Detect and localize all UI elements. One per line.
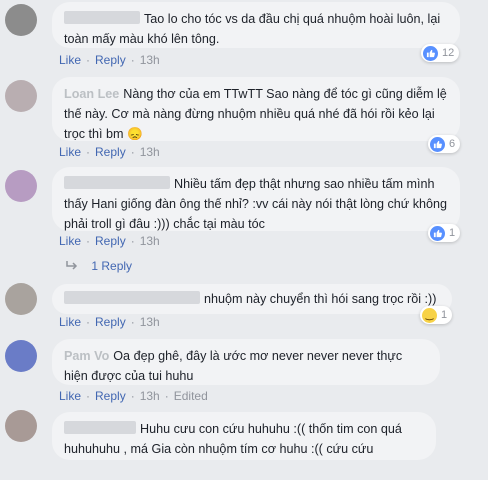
reply-link[interactable]: Reply bbox=[95, 145, 126, 159]
timestamp[interactable]: 13h bbox=[140, 145, 160, 159]
avatar[interactable] bbox=[5, 410, 37, 442]
like-reaction-icon bbox=[423, 45, 438, 61]
comment-actions: Like · Reply · 13h bbox=[59, 53, 160, 67]
comment-bubble: nhuộm này chuyển thì hói sang trọc rồi :… bbox=[52, 284, 452, 314]
separator: · bbox=[86, 234, 91, 248]
comment-actions: Like · Reply · 13h bbox=[59, 315, 160, 329]
comment-bubble: Pam Vo Oa đẹp ghê, đây là ước mơ never ne… bbox=[52, 339, 440, 385]
replies-count-label: 1 Reply bbox=[91, 259, 133, 273]
avatar[interactable] bbox=[5, 170, 37, 202]
reply-link[interactable]: Reply bbox=[95, 234, 126, 248]
comment-actions: Like · Reply · 13h · Edited bbox=[59, 389, 208, 403]
separator: · bbox=[130, 234, 135, 248]
author-name-redacted[interactable] bbox=[64, 421, 136, 434]
reply-link[interactable]: Reply bbox=[95, 389, 126, 403]
reaction-number: 1 bbox=[449, 227, 456, 239]
view-replies-link[interactable]: 1 Reply bbox=[66, 259, 132, 273]
timestamp[interactable]: 13h bbox=[140, 389, 160, 403]
separator: · bbox=[86, 53, 91, 67]
comment-bubble: Huhu cưu con cứu huhuhu :(( thốn tim con… bbox=[52, 412, 436, 460]
edited-label[interactable]: Edited bbox=[174, 389, 208, 403]
comment-text: nhuộm này chuyển thì hói sang trọc rồi :… bbox=[204, 292, 437, 306]
reply-link[interactable]: Reply bbox=[95, 315, 126, 329]
separator: · bbox=[86, 145, 91, 159]
reaction-count[interactable]: 6 bbox=[428, 135, 461, 153]
separator: · bbox=[130, 145, 135, 159]
comment-actions: Like · Reply · 13h bbox=[59, 234, 160, 248]
author-name[interactable]: Loan Lee bbox=[64, 87, 119, 101]
comment-text: Oa đẹp ghê, đây là ước mơ never never ne… bbox=[64, 349, 403, 383]
like-link[interactable]: Like bbox=[59, 234, 81, 248]
haha-reaction-icon: ‿ bbox=[422, 307, 437, 323]
timestamp[interactable]: 13h bbox=[140, 315, 160, 329]
reaction-number: 12 bbox=[442, 47, 455, 59]
comment-bubble: Nhiều tấm đẹp thật nhưng sao nhiều tấm m… bbox=[52, 167, 460, 231]
like-link[interactable]: Like bbox=[59, 145, 81, 159]
author-name-redacted[interactable] bbox=[64, 291, 200, 304]
comment-text: Nàng thơ của em TTwTT Sao nàng để tóc gì… bbox=[64, 87, 447, 141]
separator: · bbox=[130, 315, 135, 329]
author-name-redacted[interactable] bbox=[64, 176, 170, 189]
avatar[interactable] bbox=[5, 340, 37, 372]
reaction-number: 6 bbox=[449, 138, 456, 150]
author-name-redacted[interactable] bbox=[64, 11, 140, 24]
timestamp[interactable]: 13h bbox=[140, 234, 160, 248]
avatar[interactable] bbox=[5, 283, 37, 315]
comment-bubble: Loan Lee Nàng thơ của em TTwTT Sao nàng đ… bbox=[52, 77, 460, 141]
separator: · bbox=[86, 389, 91, 403]
separator: · bbox=[164, 389, 169, 403]
like-link[interactable]: Like bbox=[59, 389, 81, 403]
comment-actions: Like · Reply · 13h bbox=[59, 145, 160, 159]
reply-link[interactable]: Reply bbox=[95, 53, 126, 67]
comment-bubble: Tao lo cho tóc vs da đầu chị quá nhuộm h… bbox=[52, 2, 460, 48]
like-reaction-icon bbox=[430, 225, 445, 241]
reaction-count[interactable]: 12 bbox=[421, 44, 460, 62]
like-reaction-icon bbox=[430, 136, 445, 152]
avatar[interactable] bbox=[5, 4, 37, 36]
avatar[interactable] bbox=[5, 80, 37, 112]
separator: · bbox=[130, 53, 135, 67]
author-name[interactable]: Pam Vo bbox=[64, 349, 109, 363]
reaction-number: 1 bbox=[441, 309, 448, 321]
separator: · bbox=[130, 389, 135, 403]
reaction-count[interactable]: 1 bbox=[428, 224, 461, 242]
like-link[interactable]: Like bbox=[59, 315, 81, 329]
reaction-count[interactable]: ‿ 1 bbox=[420, 306, 453, 324]
timestamp[interactable]: 13h bbox=[140, 53, 160, 67]
separator: · bbox=[86, 315, 91, 329]
reply-arrow-icon bbox=[66, 259, 81, 273]
like-link[interactable]: Like bbox=[59, 53, 81, 67]
